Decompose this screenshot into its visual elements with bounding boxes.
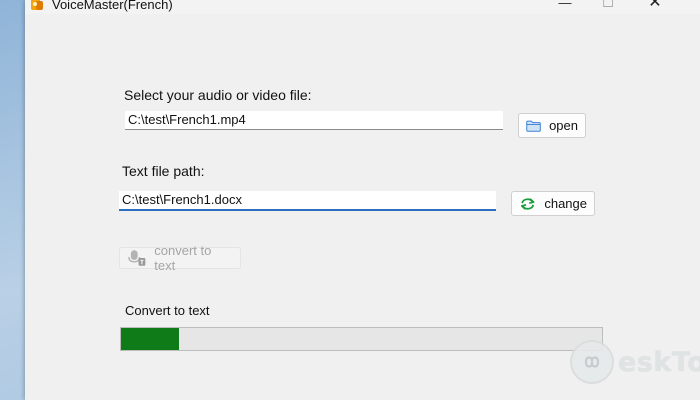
desktop-watermark: eskTop [570,340,700,384]
watermark-logo-icon [570,340,614,384]
open-button-label: open [549,118,578,133]
app-window: VoiceMaster(French) — ☐ ✕ Select your au… [25,0,700,400]
app-logo-icon [31,0,43,10]
progress-fill [121,328,179,350]
audio-file-label: Select your audio or video file: [124,87,312,103]
convert-to-text-button[interactable]: convert to text [119,243,241,273]
window-title: VoiceMaster(French) [52,0,173,12]
conversion-progress-bar [120,327,603,351]
close-button[interactable]: ✕ [640,0,670,12]
change-button-label: change [544,196,587,211]
change-button[interactable]: change [511,191,595,216]
watermark-text: eskTop [618,346,700,378]
text-file-label: Text file path: [122,163,205,179]
refresh-arrows-icon [520,197,535,210]
text-path-input[interactable]: C:\test\French1.docx [119,191,496,211]
convert-button-label: convert to text [154,243,212,273]
minimize-button[interactable]: — [550,0,580,12]
folder-icon [526,120,541,132]
open-button[interactable]: open [518,113,586,138]
title-bar[interactable]: VoiceMaster(French) — ☐ ✕ [25,0,700,14]
maximize-button[interactable]: ☐ [593,0,623,12]
microphone-icon [128,250,146,266]
audio-path-input[interactable]: C:\test\French1.mp4 [125,111,503,130]
progress-label: Convert to text [125,303,210,318]
